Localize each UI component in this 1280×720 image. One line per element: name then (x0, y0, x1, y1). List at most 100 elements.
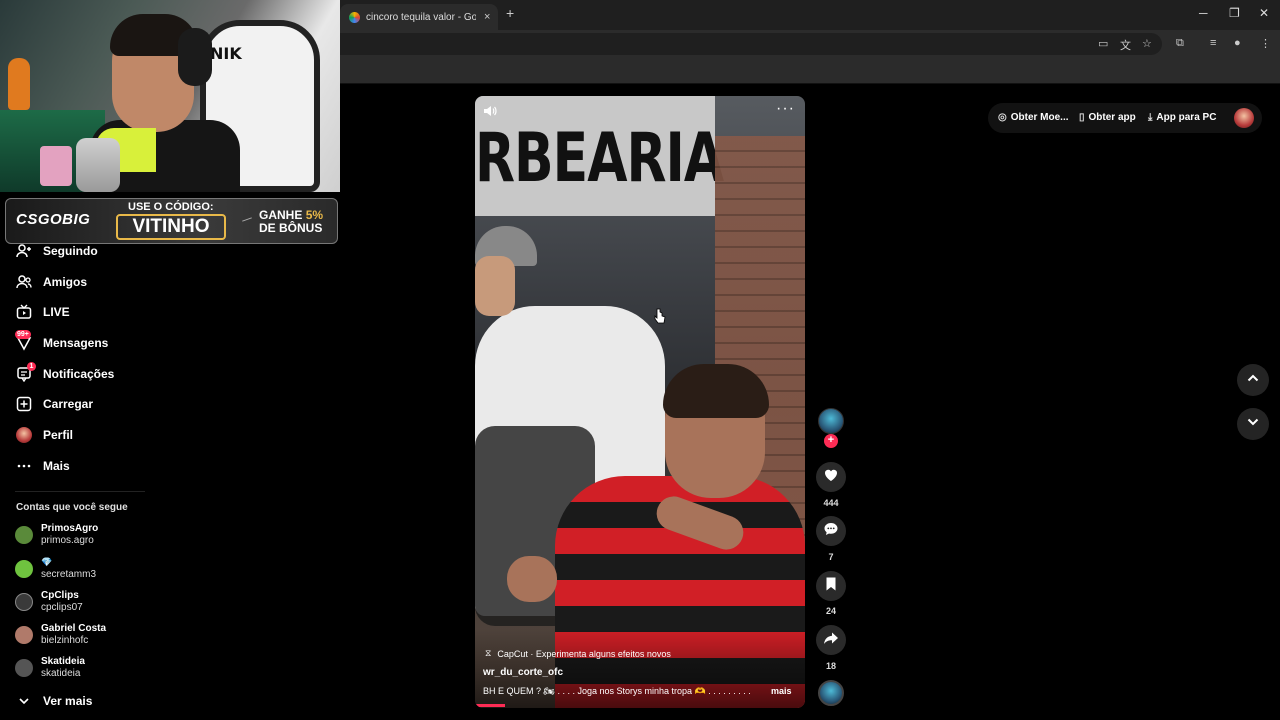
sidebar-item-profile[interactable]: Perfil (15, 425, 73, 445)
like-button[interactable] (816, 462, 846, 492)
get-app-button[interactable]: ▯ Obter app (1079, 112, 1136, 123)
see-more-label: Ver mais (43, 694, 93, 708)
share-button[interactable] (816, 625, 846, 655)
chevron-up-icon (1246, 371, 1260, 390)
sidebar-item-live[interactable]: LIVE (15, 302, 70, 322)
user-avatar[interactable] (1234, 108, 1254, 128)
video-top-controls: ··· (475, 96, 805, 130)
share-count: 18 (825, 661, 836, 671)
extensions-icon[interactable]: ⧉ (1176, 37, 1184, 50)
sidebar-divider (15, 491, 145, 492)
translate-icon[interactable]: 文 (1120, 37, 1131, 53)
video-person-hand (507, 556, 557, 602)
following-accounts-title: Contas que você segue (16, 502, 128, 513)
sidebar-item-friends[interactable]: Amigos (15, 272, 87, 292)
account-avatar (15, 593, 33, 611)
account-item[interactable]: CpClips cpclips07 (15, 590, 215, 618)
creator-avatar[interactable] (818, 408, 844, 434)
video-author[interactable]: wr_du_corte_ofc (483, 667, 563, 678)
promo-code: VITINHO (116, 214, 226, 240)
description-more-button[interactable]: mais (771, 686, 792, 696)
music-disc-icon[interactable] (818, 680, 844, 706)
promo-gain-line: GANHE 5% (259, 208, 323, 222)
top-actions-bar: ◎ Obter Moe... ▯ Obter app ⤓ App para PC (988, 103, 1262, 133)
media-icon[interactable]: ≡ (1210, 37, 1216, 49)
promo-bonus-label: DE BÔNUS (259, 221, 323, 235)
screen-root: { "browser": { "tab_title": "cincoro teq… (0, 0, 1280, 720)
comment-icon (823, 521, 839, 542)
sidebar-item-label: Amigos (43, 275, 88, 289)
capcut-label[interactable]: ⧖ CapCut · Experimenta alguns efeitos no… (485, 648, 671, 659)
minimize-button[interactable]: ─ (1199, 6, 1208, 20)
account-item[interactable]: 💎 secretamm3 (15, 557, 215, 585)
save-button[interactable] (816, 571, 846, 601)
promo-banner: CSGOBIG USE O CÓDIGO: VITINHO GANHE 5% D… (5, 198, 338, 244)
promo-logo: CSGOBIG (16, 211, 91, 228)
sidebar-item-upload[interactable]: Carregar (15, 394, 93, 414)
omnibox[interactable] (340, 33, 1162, 55)
get-coins-button[interactable]: ◎ Obter Moe... (998, 112, 1069, 123)
account-handle: cpclips07 (41, 602, 83, 613)
account-avatar (15, 626, 33, 644)
comment-count: 7 (828, 552, 834, 562)
notifications-icon: 1 (15, 362, 36, 383)
promo-divider (242, 217, 252, 222)
sidebar-item-more[interactable]: Mais (15, 456, 70, 476)
like-count: 444 (823, 498, 839, 508)
video-person-head (475, 256, 515, 316)
sidebar-item-following[interactable]: Seguindo (15, 241, 98, 261)
volume-icon[interactable] (483, 104, 497, 121)
close-window-button[interactable]: ✕ (1259, 6, 1269, 20)
browser-tab[interactable]: cincoro tequila valor - Google S × (340, 4, 498, 30)
sidebar-item-messages[interactable]: 99+ Mensagens (15, 330, 109, 353)
save-count: 24 (825, 606, 836, 616)
mouse-cursor-icon (654, 308, 666, 324)
sidebar-item-label: Perfil (43, 428, 74, 442)
coin-icon: ◎ (998, 112, 1007, 123)
sidebar-item-label: Mais (43, 459, 70, 473)
sidebar-item-label: Notificações (43, 367, 115, 381)
account-item[interactable]: PrimosAgro primos.agro (15, 523, 215, 551)
account-name: CpClips (41, 590, 79, 601)
profile-avatar (15, 426, 33, 444)
account-name: PrimosAgro (41, 523, 99, 534)
install-app-icon[interactable]: ▭ (1098, 37, 1108, 50)
video-player[interactable]: RBEARIA ··· ⧖ CapCut · Experimenta algun… (475, 96, 805, 708)
app-for-pc-button[interactable]: ⤓ App para PC (1148, 112, 1216, 123)
account-item[interactable]: Gabriel Costa bielzinhofc (15, 623, 215, 651)
app-for-pc-label: App para PC (1156, 112, 1217, 123)
get-app-label: Obter app (1088, 112, 1136, 123)
sidebar-item-notifications[interactable]: 1 Notificações (15, 362, 115, 384)
video-more-options-icon[interactable]: ··· (776, 100, 795, 118)
next-video-button[interactable] (1237, 408, 1269, 440)
notifications-badge: 1 (27, 362, 36, 371)
previous-video-button[interactable] (1237, 364, 1269, 396)
tab-title: cincoro tequila valor - Google S (366, 11, 476, 23)
see-more-button[interactable]: Ver mais (15, 691, 92, 711)
account-name: Gabriel Costa (41, 623, 107, 634)
sidebar-item-label: Mensagens (43, 336, 109, 350)
share-icon (823, 630, 839, 651)
bookmarks-bar (340, 58, 1280, 84)
sidebar-item-label: Carregar (43, 397, 94, 411)
video-progress-bar[interactable] (475, 704, 505, 707)
account-handle: primos.agro (41, 535, 94, 546)
follow-plus-icon[interactable]: + (824, 434, 838, 448)
get-coins-label: Obter Moe... (1010, 112, 1069, 123)
profile-icon[interactable]: ● (1234, 37, 1241, 49)
live-icon (15, 303, 33, 321)
phone-icon: ▯ (1079, 112, 1085, 123)
restore-button[interactable]: ❐ (1229, 6, 1240, 20)
tab-close-icon[interactable]: × (484, 11, 490, 23)
cam-mug (40, 146, 72, 186)
browser-menu-icon[interactable]: ⋮ (1260, 37, 1271, 50)
new-tab-button[interactable]: + (506, 5, 514, 21)
bookmark-star-icon[interactable]: ☆ (1142, 37, 1152, 50)
google-favicon-icon (349, 11, 360, 23)
promo-gain-label: GANHE (259, 208, 303, 222)
promo-use-code-label: USE O CÓDIGO: (128, 201, 214, 213)
capcut-icon: ⧖ (485, 648, 492, 658)
account-item[interactable]: Skatideia skatideia (15, 656, 215, 684)
video-sign-text: RBEARIA (475, 120, 724, 198)
comment-button[interactable] (816, 516, 846, 546)
